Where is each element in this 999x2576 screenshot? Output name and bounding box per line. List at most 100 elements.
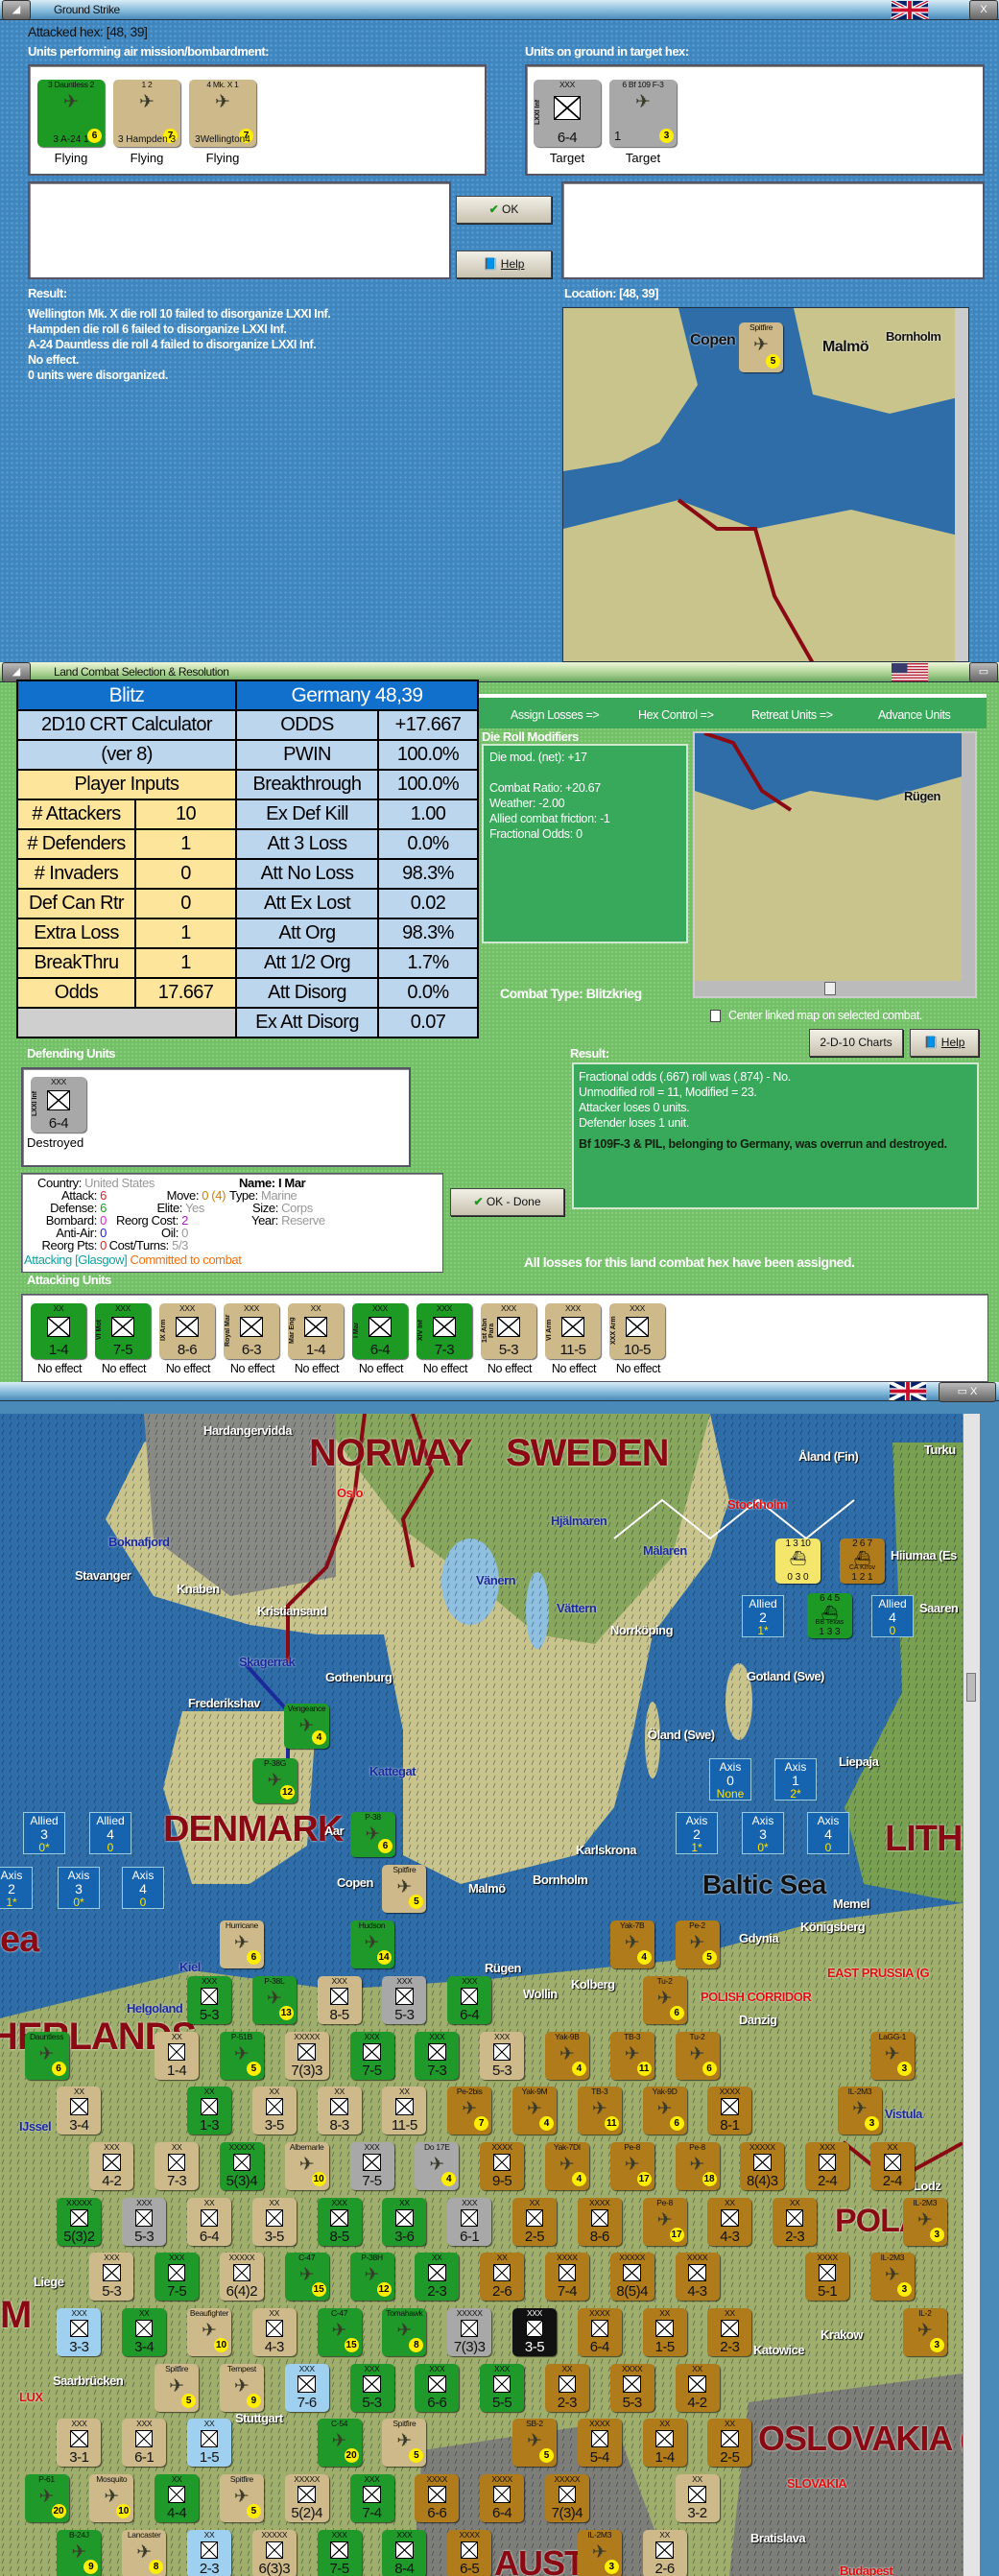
- unit-counter[interactable]: C-47 ✈ 15: [284, 2253, 329, 2301]
- unit-counter[interactable]: XXXXX 7(3)3: [447, 2308, 492, 2356]
- unit-counter[interactable]: Pe-8 ✈ 18: [675, 2142, 720, 2190]
- unit-counter[interactable]: XXXXX 5(2)4: [284, 2474, 329, 2522]
- unit-counter[interactable]: XX 11-5: [382, 2087, 427, 2135]
- unit-counter[interactable]: Yak-9B ✈ 4: [544, 2032, 589, 2080]
- unit-counter[interactable]: XXXXX 8(4)3: [740, 2142, 785, 2190]
- unit-counter[interactable]: Pe-8 ✈ 17: [642, 2198, 687, 2246]
- scroll-thumb[interactable]: [966, 1673, 976, 1702]
- unit-counter[interactable]: XXXXX 5(3)2: [57, 2198, 102, 2246]
- unit-counter[interactable]: XXX 5-3: [187, 1976, 231, 2024]
- unit-counter[interactable]: P-38G ✈ 12: [252, 1758, 297, 1803]
- unit-counter[interactable]: IL-2M3 ✈ 3: [577, 2530, 622, 2576]
- scroll-thumb[interactable]: [824, 982, 836, 995]
- unit-counter[interactable]: XXX 7-3: [415, 2032, 460, 2080]
- unit-counter[interactable]: XXXX 6-5: [447, 2530, 492, 2576]
- unit-counter[interactable]: XXX 5-3: [480, 2032, 525, 2080]
- input-value[interactable]: 17.667: [134, 977, 237, 1009]
- unit-counter[interactable]: XX 3-4: [122, 2308, 167, 2356]
- unit-counter[interactable]: XXX VI Mot 7-5: [95, 1303, 151, 1359]
- unit-counter[interactable]: XXXX 8-6: [577, 2198, 622, 2246]
- unit-counter[interactable]: XXXX 8-1: [707, 2087, 752, 2135]
- unit-counter[interactable]: XXXX 4-3: [675, 2253, 720, 2301]
- unit-counter[interactable]: Yak-7DI ✈ 4: [544, 2142, 589, 2190]
- unit-counter[interactable]: XX 2-6: [642, 2530, 687, 2576]
- unit-counter[interactable]: XXX Royal Mar 6-3: [224, 1303, 279, 1359]
- minimap-horizontal-scrollbar[interactable]: [695, 981, 975, 996]
- combat-minimap[interactable]: Rügen: [693, 731, 977, 998]
- unit-counter[interactable]: XX 1-4: [155, 2032, 200, 2080]
- unit-counter[interactable]: XX 7-3: [155, 2142, 200, 2190]
- supply-status-box[interactable]: Allied 4 0: [89, 1812, 131, 1854]
- unit-counter[interactable]: XX 3-2: [675, 2474, 720, 2522]
- unit-counter[interactable]: Spitfire ✈ 5: [219, 2474, 264, 2522]
- unit-counter[interactable]: XX 2-4: [869, 2142, 915, 2190]
- unit-counter[interactable]: Spitfire ✈ 5: [382, 1865, 427, 1913]
- unit-counter[interactable]: B-24J ✈ 9: [57, 2530, 102, 2576]
- unit-counter[interactable]: XXX 5-3: [349, 2364, 394, 2412]
- unit-counter[interactable]: XXX 7-5: [317, 2530, 362, 2576]
- unit-counter[interactable]: XXX 3-3: [57, 2308, 102, 2356]
- tab-assign-losses[interactable]: Assign Losses =>: [511, 707, 600, 723]
- unit-counter[interactable]: XX 8-3: [317, 2087, 362, 2135]
- help-button[interactable]: 📘 Help: [456, 250, 552, 278]
- unit-counter[interactable]: XXX LXXI Inf 6-4: [534, 80, 601, 147]
- unit-counter[interactable]: XX 3-5: [251, 2087, 297, 2135]
- unit-counter[interactable]: Lancaster ✈ 8: [122, 2530, 167, 2576]
- unit-counter[interactable]: P-61 ✈ 20: [24, 2474, 69, 2522]
- window-controls[interactable]: ▭ X: [939, 1382, 996, 1402]
- naval-unit-counter[interactable]: 2 6 7 ⛴ CA Kirov 1 2 1: [840, 1538, 885, 1584]
- unit-counter[interactable]: XX 1-5: [642, 2308, 687, 2356]
- unit-counter[interactable]: XXX 5-3: [89, 2253, 134, 2301]
- unit-counter[interactable]: Spitfire ✈ 5: [739, 322, 783, 372]
- unit-counter[interactable]: Spitfire ✈ 5: [382, 2419, 427, 2467]
- unit-counter[interactable]: XX 4-2: [675, 2364, 720, 2412]
- input-value[interactable]: 0: [134, 858, 237, 890]
- unit-counter[interactable]: XXX 3-5: [512, 2308, 557, 2356]
- unit-counter[interactable]: XXX IX Arm 8-6: [159, 1303, 215, 1359]
- supply-status-box[interactable]: Axis 4 0: [807, 1812, 849, 1854]
- unit-counter[interactable]: XXX 7-5: [155, 2253, 200, 2301]
- unit-counter[interactable]: XXXX 7-4: [544, 2253, 589, 2301]
- unit-counter[interactable]: XX 3-4: [57, 2087, 102, 2135]
- unit-counter[interactable]: Tu-2 ✈ 6: [642, 1976, 687, 2024]
- unit-counter[interactable]: 4 Mk. X 1 ✈ 7 3Wellington4: [189, 80, 256, 147]
- unit-counter[interactable]: XXX 6-4: [447, 1976, 492, 2024]
- supply-status-box[interactable]: Allied 3 0*: [23, 1812, 65, 1854]
- input-value[interactable]: 1: [134, 828, 237, 860]
- naval-unit-counter[interactable]: 1 3 10 ⛴ 0 3 0: [775, 1538, 821, 1584]
- unit-counter[interactable]: XXX 8-5: [317, 1976, 362, 2024]
- unit-counter[interactable]: XXX 5-3: [122, 2198, 167, 2246]
- unit-counter[interactable]: IL-2M3 ✈ 3: [869, 2253, 915, 2301]
- unit-counter[interactable]: XXX 6-6: [415, 2364, 460, 2412]
- unit-counter[interactable]: Vengeance ✈ 4: [284, 1704, 329, 1749]
- unit-counter[interactable]: XXX 8-5: [317, 2198, 362, 2246]
- unit-counter[interactable]: XXXX 9-5: [480, 2142, 525, 2190]
- unit-counter[interactable]: XX 2-3: [544, 2364, 589, 2412]
- input-value[interactable]: 10: [134, 799, 237, 830]
- unit-counter[interactable]: XXX 6-1: [122, 2419, 167, 2467]
- unit-counter[interactable]: XXXXX 7(3)3: [284, 2032, 329, 2080]
- unit-counter[interactable]: Do 17E ✈ 4: [415, 2142, 460, 2190]
- unit-counter[interactable]: Beaufighter ✈ 10: [187, 2308, 231, 2356]
- unit-counter[interactable]: XXXXX 6(4)2: [219, 2253, 264, 2301]
- unit-counter[interactable]: Tomahawk ✈ 8: [382, 2308, 427, 2356]
- unit-counter[interactable]: XX 3-6: [382, 2198, 427, 2246]
- unit-counter[interactable]: XXXXX 8(5)4: [609, 2253, 654, 2301]
- unit-counter[interactable]: Dauntless ✈ 6: [24, 2032, 69, 2080]
- unit-counter[interactable]: XX 6-4: [187, 2198, 231, 2246]
- tab-hex-control[interactable]: Hex Control =>: [638, 707, 714, 723]
- unit-counter[interactable]: XXX 7-5: [349, 2032, 394, 2080]
- unit-counter[interactable]: P-51B ✈ 5: [219, 2032, 264, 2080]
- unit-counter[interactable]: XXXX 5-4: [577, 2419, 622, 2467]
- input-value[interactable]: 0: [134, 888, 237, 919]
- ok-done-button[interactable]: ✔ OK - Done: [450, 1188, 564, 1216]
- unit-counter[interactable]: XX 1-3: [187, 2087, 231, 2135]
- unit-counter[interactable]: XXX XXX Arm 10-5: [609, 1303, 665, 1359]
- unit-counter[interactable]: XX 2-3: [415, 2253, 460, 2301]
- tab-advance-units[interactable]: Advance Units: [878, 707, 951, 723]
- supply-status-box[interactable]: Axis 2 1*: [676, 1812, 718, 1854]
- supply-status-box[interactable]: Axis 3 0*: [58, 1867, 100, 1909]
- unit-counter[interactable]: XXX 7-4: [349, 2474, 394, 2522]
- unit-counter[interactable]: P-38 ✈ 6: [350, 1812, 395, 1857]
- supply-status-box[interactable]: Allied 4 0: [871, 1595, 914, 1637]
